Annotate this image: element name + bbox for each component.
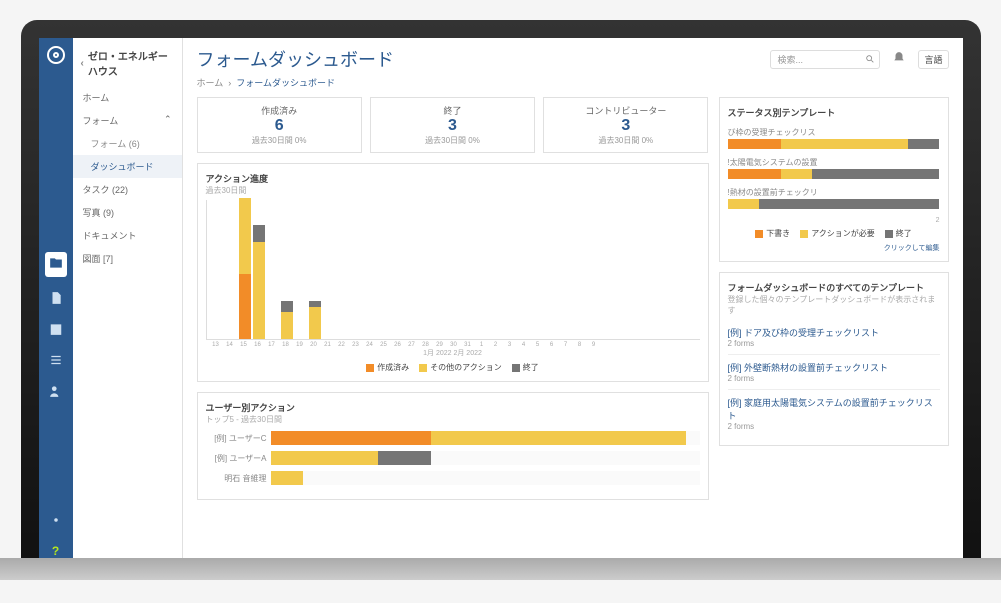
status-templates-chart: ステータス別テンプレート び枠の受理チェックリス!太陽電気システムの設置!熱材の… xyxy=(719,97,949,262)
chevron-left-icon: ‹ xyxy=(81,58,84,69)
legend-action: アクションが必要 xyxy=(800,228,875,239)
breadcrumb-home[interactable]: ホーム xyxy=(197,78,224,88)
project-switcher[interactable]: ‹ ゼロ・エネルギーハウス xyxy=(73,44,182,86)
chevron-up-icon: ⌃ xyxy=(164,114,172,127)
project-sidebar: ‹ ゼロ・エネルギーハウス ホーム フォーム⌃ フォーム (6) ダッシュボード… xyxy=(73,38,183,558)
stat-created: 作成済み 6 過去30日間 0% xyxy=(197,97,362,153)
user-actions-chart: ユーザー別アクション トップ5 - 過去30日間 [例] ユーザーC[例] ユー… xyxy=(197,392,709,500)
rail-settings-icon[interactable] xyxy=(49,513,63,530)
page-title: フォームダッシュボード xyxy=(197,46,759,72)
rail-projects-icon[interactable] xyxy=(45,252,67,277)
action-progress-chart: アクション進度 過去30日間 1314151617181920212223242… xyxy=(197,163,709,382)
nav-documents[interactable]: ドキュメント xyxy=(73,224,182,247)
all-templates-panel: フォームダッシュボードのすべてのテンプレート 登録した個々のテンプレートダッシュ… xyxy=(719,272,949,446)
rail-calendar-icon[interactable] xyxy=(49,322,63,339)
nav-photos[interactable]: 写真 (9) xyxy=(73,201,182,224)
search-input[interactable]: 検索... xyxy=(770,50,880,69)
search-icon xyxy=(865,54,875,64)
stat-contributors: コントリビューター 3 過去30日間 0% xyxy=(543,97,708,153)
legend-created: 作成済み xyxy=(366,362,409,373)
nav-tasks[interactable]: タスク (22) xyxy=(73,178,182,201)
rail-list-icon[interactable] xyxy=(49,353,63,370)
template-link[interactable]: [例] ドア及び枠の受理チェックリスト2 forms xyxy=(728,320,940,354)
template-link[interactable]: [例] 家庭用太陽電気システムの設置前チェックリスト2 forms xyxy=(728,389,940,437)
rail-help-icon[interactable]: ? xyxy=(52,544,59,558)
nav-dashboard[interactable]: ダッシュボード xyxy=(73,155,182,178)
edit-link[interactable]: クリックして編集 xyxy=(728,243,940,253)
legend-draft: 下書き xyxy=(755,228,790,239)
breadcrumb-current: フォームダッシュボード xyxy=(236,78,335,88)
legend-closed2: 終了 xyxy=(885,228,912,239)
breadcrumb: ホーム › フォームダッシュボード xyxy=(197,76,949,89)
notifications-icon[interactable] xyxy=(892,51,906,68)
language-button[interactable]: 言語 xyxy=(918,50,948,69)
legend-other: その他のアクション xyxy=(419,362,502,373)
rail-doc-icon[interactable] xyxy=(49,291,63,308)
stat-closed: 終了 3 過去30日間 0% xyxy=(370,97,535,153)
rail-users-icon[interactable] xyxy=(49,384,63,401)
nav-drawings[interactable]: 図面 [7] xyxy=(73,247,182,270)
template-link[interactable]: [例] 外壁断熱材の設置前チェックリスト2 forms xyxy=(728,354,940,389)
global-rail: ? xyxy=(39,38,73,558)
app-logo[interactable] xyxy=(47,46,65,64)
nav-forms[interactable]: フォーム⌃ xyxy=(73,109,182,132)
nav-forms-list[interactable]: フォーム (6) xyxy=(73,132,182,155)
nav-home[interactable]: ホーム xyxy=(73,86,182,109)
legend-closed: 終了 xyxy=(512,362,539,373)
main-content: フォームダッシュボード 検索... 言語 ホーム › フォームダッシュボード 作… xyxy=(183,38,963,558)
project-name: ゼロ・エネルギーハウス xyxy=(88,48,174,78)
